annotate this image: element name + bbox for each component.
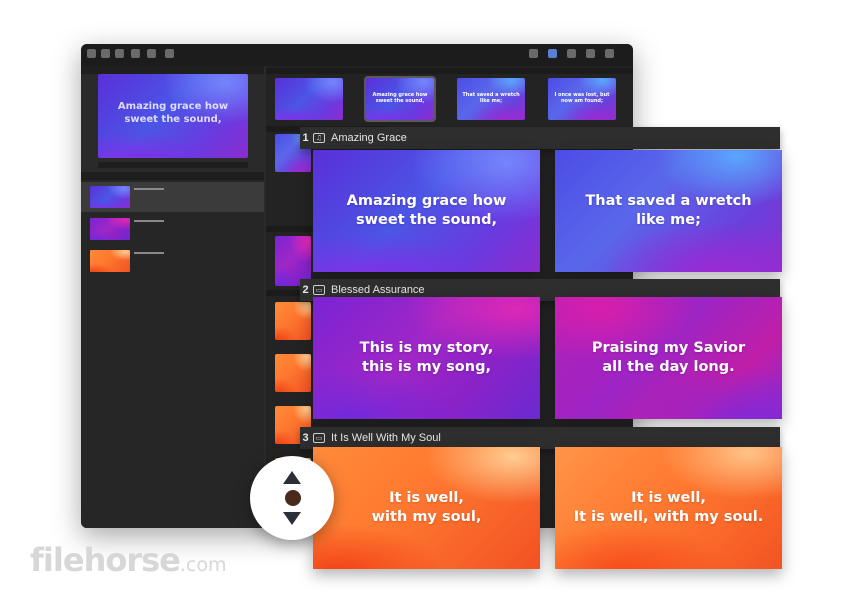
playlist-item-label <box>134 188 164 190</box>
playlist-item-label <box>134 220 164 222</box>
playlist-thumbnail <box>90 186 130 208</box>
group-title: It Is Well With My Soul <box>331 432 441 444</box>
filehorse-watermark: filehorse.com <box>30 541 226 581</box>
live-preview: Amazing grace how sweet the sound, <box>98 74 248 158</box>
preview-header <box>81 66 264 74</box>
toolbar-button[interactable] <box>115 49 124 58</box>
slide-blessed-assurance-1[interactable]: This is my story, this is my song, <box>313 297 540 419</box>
slide-thumbnail-text: That saved a wretch like me; <box>462 92 520 104</box>
slides-icon: ▭ <box>313 285 325 295</box>
group-number: 2 <box>302 284 309 296</box>
slide-amazing-grace-2[interactable]: That saved a wretch like me; <box>555 150 782 272</box>
toolbar-button[interactable] <box>101 49 110 58</box>
arrow-up-icon[interactable] <box>283 471 301 484</box>
slide-groups-overlay: 1 ♫ Amazing Grace Amazing grace how swee… <box>300 127 782 570</box>
group-header-it-is-well[interactable]: 3 ▭ It Is Well With My Soul <box>300 427 780 449</box>
slide-text: Praising my Savior all the day long. <box>591 340 746 375</box>
group-header-amazing-grace[interactable]: 1 ♫ Amazing Grace <box>300 127 780 149</box>
playlist-thumbnail <box>90 250 130 272</box>
toolbar <box>81 44 633 66</box>
playlist-item[interactable] <box>81 246 264 276</box>
slide-thumbnail[interactable]: That saved a wretch like me; <box>457 78 525 120</box>
slide-thumbnail[interactable]: Amazing grace how sweet the sound, <box>364 76 436 122</box>
slide-thumbnail[interactable]: I once was lost, but now am found; <box>548 78 616 120</box>
playlist-thumbnail <box>90 218 130 240</box>
music-note-icon: ♫ <box>313 133 325 143</box>
toolbar-button[interactable] <box>165 49 174 58</box>
group-header <box>266 68 633 74</box>
slide-thumbnail-text: Amazing grace how sweet the sound, <box>372 92 428 104</box>
group-number: 1 <box>302 132 309 144</box>
toolbar-button[interactable] <box>131 49 140 58</box>
playlist-item[interactable] <box>81 214 264 244</box>
slide-thumbnail-text: I once was lost, but now am found; <box>554 92 610 104</box>
playlist-item-label <box>134 252 164 254</box>
arrow-down-icon[interactable] <box>283 512 301 525</box>
slide-it-is-well-2[interactable]: It is well, It is well, with my soul. <box>555 447 782 569</box>
slide-text: It is well, It is well, with my soul. <box>573 490 764 525</box>
toolbar-button[interactable] <box>529 49 538 58</box>
slides-icon: ▭ <box>313 433 325 443</box>
group-number: 3 <box>302 432 309 444</box>
toolbar-button[interactable] <box>147 49 156 58</box>
slide-text: It is well, with my soul, <box>371 490 482 525</box>
slide-it-is-well-1[interactable]: It is well, with my soul, <box>313 447 540 569</box>
preview-controls[interactable] <box>98 162 248 168</box>
reorder-control[interactable] <box>250 456 334 540</box>
slide-text: Amazing grace how sweet the sound, <box>346 193 507 228</box>
watermark-tld: .com <box>179 554 227 576</box>
drag-handle-icon[interactable] <box>285 490 301 506</box>
preview-text: Amazing grace how sweet the sound, <box>117 101 229 125</box>
toolbar-button[interactable] <box>586 49 595 58</box>
playlist-header <box>81 172 264 180</box>
slide-thumbnail[interactable] <box>275 78 343 120</box>
group-title: Amazing Grace <box>331 132 407 144</box>
watermark-name: filehorse <box>30 541 181 579</box>
slide-blessed-assurance-2[interactable]: Praising my Savior all the day long. <box>555 297 782 419</box>
toolbar-button[interactable] <box>548 49 557 58</box>
toolbar-button[interactable] <box>605 49 614 58</box>
slide-text: This is my story, this is my song, <box>359 340 494 375</box>
playlist-pane <box>81 172 264 528</box>
toolbar-button[interactable] <box>87 49 96 58</box>
slide-text: That saved a wretch like me; <box>585 193 752 228</box>
toolbar-button[interactable] <box>567 49 576 58</box>
slide-amazing-grace-1[interactable]: Amazing grace how sweet the sound, <box>313 150 540 272</box>
playlist-item[interactable] <box>81 182 264 212</box>
